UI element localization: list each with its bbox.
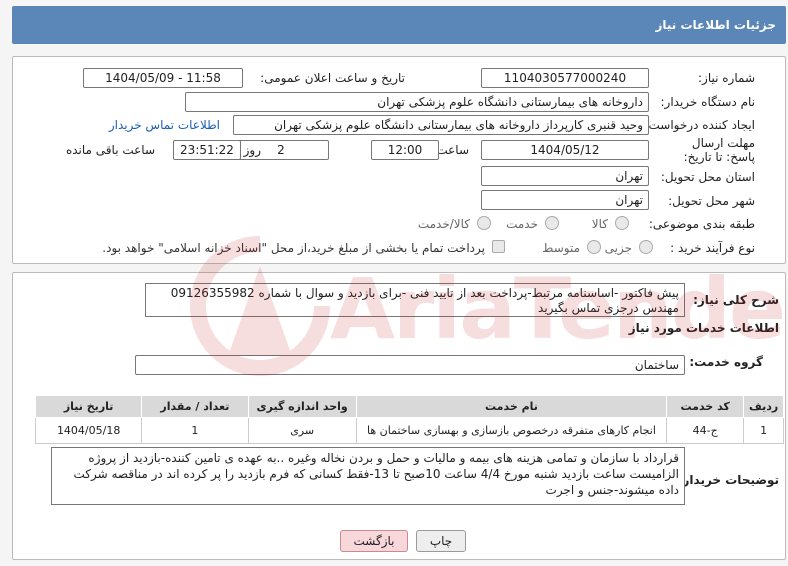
deadline-time-label: ساعت [436, 143, 469, 157]
table-row: 1 ج-44 انجام کارهای متفرقه درخصوص بازساز… [34, 417, 784, 444]
announce-field: 1404/05/09 - 11:58 [83, 68, 243, 88]
process-option-medium: متوسط [542, 241, 580, 255]
process-radio-minor[interactable] [639, 240, 653, 254]
creator-label: ایجاد کننده درخواست: [644, 118, 755, 132]
cell-service-code: ج-44 [666, 417, 745, 444]
category-radio-service[interactable] [545, 216, 559, 230]
province-label: استان محل تحویل: [660, 170, 755, 184]
deadline-label: مهلت ارسال پاسخ: تا تاریخ: [683, 136, 755, 164]
column-header-unit: واحد اندازه گیری [247, 395, 357, 418]
buyer-notes-label: توضیحات خریدار: [677, 473, 779, 487]
treasury-payment-note: پرداخت تمام یا بخشی از مبلغ خرید،از محل … [102, 241, 485, 255]
need-description-field: پیش فاکتور -اساسنامه مرتبط-پرداخت بعد از… [145, 283, 685, 317]
creator-field: وحید قنبری کارپرداز داروخانه های بیمارست… [233, 115, 649, 135]
cell-quantity: 1 [141, 417, 249, 444]
category-radio-goods-service[interactable] [477, 216, 491, 230]
need-details-panel: شماره نیاز: 1104030577000240 تاریخ و ساع… [12, 56, 786, 264]
need-description-label: شرح کلی نیاز: [693, 293, 779, 307]
page-header: جزئیات اطلاعات نیاز [12, 6, 786, 44]
buyer-notes-field: قرارداد با سازمان و تمامی هزینه های بیمه… [51, 447, 685, 505]
column-header-service-code: کد خدمت [666, 395, 745, 418]
announce-label: تاریخ و ساعت اعلان عمومی: [260, 71, 405, 85]
service-group-field: ساختمان [135, 355, 685, 375]
column-header-need-date: تاریخ نیاز [34, 395, 143, 418]
cell-unit: سری [247, 417, 357, 444]
services-table: ردیف کد خدمت نام خدمت واحد اندازه گیری ت… [34, 395, 784, 444]
need-number-field: 1104030577000240 [481, 68, 649, 88]
buyer-contact-link[interactable]: اطلاعات تماس خریدار [109, 118, 220, 132]
services-panel: شرح کلی نیاز: پیش فاکتور -اساسنامه مرتبط… [12, 272, 786, 560]
treasury-payment-checkbox[interactable] [492, 240, 505, 253]
services-section-title: اطلاعات خدمات مورد نیاز [628, 321, 779, 335]
process-radio-medium[interactable] [587, 240, 601, 254]
back-button[interactable]: بازگشت [340, 530, 408, 552]
cell-row-number: 1 [743, 417, 784, 444]
cell-service-name: انجام کارهای متفرقه درخصوص بازسازی و بهس… [355, 417, 668, 444]
buyer-org-field: داروخانه های بیمارستانی دانشگاه علوم پزش… [185, 92, 649, 112]
province-field: تهران [481, 166, 649, 186]
category-radio-goods[interactable] [615, 216, 629, 230]
cell-need-date: 1404/05/18 [34, 417, 143, 444]
remaining-time-field: 23:51:22 [173, 140, 241, 160]
service-group-label: گروه خدمت: [689, 355, 763, 369]
city-label: شهر محل تحویل: [668, 194, 755, 208]
need-number-label: شماره نیاز: [698, 71, 755, 85]
column-header-service-name: نام خدمت [355, 395, 668, 418]
city-field: تهران [481, 190, 649, 210]
deadline-date-field: 1404/05/12 [481, 140, 649, 160]
buyer-org-label: نام دستگاه خریدار: [660, 95, 756, 109]
category-label: طبقه بندی موضوعی: [648, 217, 755, 231]
column-header-row-number: ردیف [743, 395, 784, 418]
process-option-minor: جزیی [604, 241, 632, 255]
deadline-time-field: 12:00 [371, 140, 439, 160]
print-button[interactable]: چاپ [416, 530, 466, 552]
remaining-label: ساعت باقی مانده [65, 143, 155, 157]
category-option-goods: کالا [591, 217, 608, 231]
category-option-goods-service: کالا/خدمت [417, 217, 470, 231]
column-header-quantity: تعداد / مقدار [141, 395, 249, 418]
process-type-label: نوع فرآیند خرید : [670, 241, 755, 255]
category-option-service: خدمت [506, 217, 538, 231]
table-header-row: ردیف کد خدمت نام خدمت واحد اندازه گیری ت… [34, 395, 784, 418]
page-title: جزئیات اطلاعات نیاز [655, 18, 776, 32]
